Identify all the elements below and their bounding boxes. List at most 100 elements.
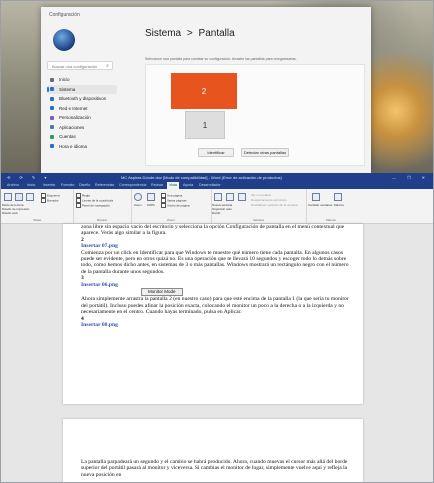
page-body[interactable]: zona libre sin espacio vacío del escrito… xyxy=(81,224,349,329)
print-layout-icon[interactable] xyxy=(15,193,23,201)
word-title-bar: ⟲ ⟳ ✎ ▾ MC Aspiras Dónde.doc [Modo de co… xyxy=(1,173,433,182)
switch-windows-icon[interactable] xyxy=(312,193,320,201)
settings-search-input[interactable]: Buscar una configuración ⌕ xyxy=(47,61,113,70)
tab-diseno[interactable]: Diseño xyxy=(77,182,92,189)
tab-desarrollador[interactable]: Desarrollador xyxy=(197,182,223,189)
button-label: Ancho de página xyxy=(167,203,190,208)
nav-label: Bluetooth y dispositivos xyxy=(59,96,107,101)
page-width-button[interactable]: Ancho de página xyxy=(161,203,190,208)
monitor-1-tile[interactable]: 1 xyxy=(185,111,225,139)
nav-label: Personalización xyxy=(59,115,91,120)
arrange-all-icon[interactable] xyxy=(226,193,234,201)
breadcrumb-parent[interactable]: Sistema xyxy=(145,28,181,39)
monitor-2-number: 2 xyxy=(201,86,207,96)
new-window-icon[interactable] xyxy=(214,193,222,201)
tab-inicio[interactable]: Inicio xyxy=(25,182,37,189)
identify-button[interactable]: Identificar xyxy=(198,148,234,157)
zoom-button[interactable]: Zoom xyxy=(134,203,142,207)
nav-label: Sistema xyxy=(59,86,76,92)
tab-revisar[interactable]: Revisar xyxy=(149,182,165,189)
ribbon-group-vistas: Modo de lectura Diseño de impresión Dise… xyxy=(1,189,74,223)
breadcrumb-current: Pantalla xyxy=(198,28,235,39)
checkbox-label: Líneas de la cuadrícula xyxy=(82,198,114,203)
document-page[interactable]: La pantalla parpadeará un segundo y el c… xyxy=(63,419,363,482)
checkbox-icon xyxy=(76,203,81,208)
monitor-2-tile[interactable]: 2 xyxy=(171,73,237,109)
screenshot-frame: Configuración Buscar una configuración ⌕… xyxy=(0,0,434,483)
checkbox-label: Regla xyxy=(82,193,90,198)
group-label: Macros xyxy=(326,218,336,222)
tab-insertar[interactable]: Insertar xyxy=(41,182,57,189)
page-width-icon xyxy=(161,203,166,208)
ribbon-group-ventana: Nueva ventana Organizar todo Dividir Ver… xyxy=(211,189,307,223)
nav-item-cuentas[interactable]: Cuentas xyxy=(47,132,117,141)
tab-vista[interactable]: Vista xyxy=(167,182,179,189)
reading-mode-icon[interactable] xyxy=(4,193,12,201)
button-label: Varias páginas xyxy=(167,198,187,203)
ribbon-group-zoom: Zoom 100% Una página Varias páginas Anch… xyxy=(131,189,212,223)
nav-pane-checkbox[interactable]: Panel de navegación xyxy=(76,203,110,208)
tab-formato[interactable]: Formato xyxy=(59,182,76,189)
group-label: Mostrar xyxy=(96,218,108,222)
nav-item-inicio[interactable]: Inicio xyxy=(47,75,117,84)
quick-access-toolbar[interactable]: ⟲ ⟳ ✎ ▾ xyxy=(7,173,50,182)
system-icon xyxy=(50,87,54,91)
breadcrumb-separator: > xyxy=(186,28,193,39)
nav-label: Red e Internet xyxy=(59,105,88,111)
side-by-side-button[interactable]: Ver en paralelo xyxy=(251,193,271,197)
split-button[interactable]: Dividir xyxy=(212,211,220,215)
bluetooth-icon xyxy=(50,96,54,101)
monitor-1-number: 1 xyxy=(202,120,208,130)
tab-referencias[interactable]: Referencias xyxy=(93,182,116,189)
nav-item-aplicaciones[interactable]: Aplicaciones xyxy=(47,123,117,132)
zoom-100-button[interactable]: 100% xyxy=(147,203,155,207)
paragraph: Ahora simplemente arrastra la pantalla 2… xyxy=(81,296,349,316)
ribbon-group-mostrar: Regla Líneas de la cuadrícula Panel de n… xyxy=(73,189,132,223)
sync-scroll-button[interactable]: Desplazamiento sincrónico xyxy=(251,198,287,202)
settings-window-title: Configuración xyxy=(49,12,80,18)
web-layout-icon[interactable] xyxy=(26,193,34,201)
tab-ayuda[interactable]: Ayuda xyxy=(181,182,195,189)
draft-checkbox[interactable]: Borrador xyxy=(41,198,59,203)
ribbon: Modo de lectura Diseño de impresión Dise… xyxy=(1,189,433,224)
nav-item-sistema[interactable]: Sistema xyxy=(47,84,117,94)
checkbox-label: Panel de navegación xyxy=(82,203,111,208)
search-icon: ⌕ xyxy=(106,63,109,69)
tab-archivo[interactable]: Archivo xyxy=(5,182,21,189)
paragraph: Comienza por un click en Identificar par… xyxy=(81,249,349,275)
nav-label: Cuentas xyxy=(59,134,76,139)
document-page[interactable]: zona libre sin espacio vacío del escrito… xyxy=(63,224,363,404)
group-label: Vistas xyxy=(32,218,42,222)
nav-item-red[interactable]: Red e Internet xyxy=(47,104,117,113)
button-label: Una página xyxy=(167,193,183,198)
switch-windows-button[interactable]: Cambiar ventanas xyxy=(308,203,332,207)
nav-item-hora[interactable]: Hora e idioma xyxy=(47,142,117,151)
clock-icon xyxy=(50,144,54,148)
group-label: Zoom xyxy=(167,218,175,222)
search-placeholder: Buscar una configuración xyxy=(52,64,98,69)
split-icon[interactable] xyxy=(238,193,246,201)
settings-nav: Inicio Sistema Bluetooth y dispositivos … xyxy=(47,75,117,151)
nav-item-bluetooth[interactable]: Bluetooth y dispositivos xyxy=(47,94,117,103)
account-icon xyxy=(50,134,54,139)
nav-label: Inicio xyxy=(59,77,70,82)
checkbox-label: Esquema xyxy=(47,193,60,198)
macros-button[interactable]: Macros xyxy=(334,203,344,207)
network-icon xyxy=(50,106,54,110)
brush-icon xyxy=(50,115,54,120)
zoom-100-icon[interactable] xyxy=(147,193,155,201)
web-layout-button[interactable]: Diseño web xyxy=(2,211,18,215)
macros-icon[interactable] xyxy=(334,193,342,201)
image-placeholder-link[interactable]: Insertar 08.png xyxy=(81,322,349,328)
zoom-icon[interactable] xyxy=(134,193,142,201)
nav-label: Hora e idioma xyxy=(59,143,88,149)
window-controls[interactable]: — ❐ ✕ xyxy=(392,173,430,182)
checkbox-icon xyxy=(41,198,46,203)
word-window-title: MC Aspiras Dónde.doc [Modo de compatibil… xyxy=(121,175,282,180)
avatar[interactable] xyxy=(53,29,75,51)
nav-item-personalizacion[interactable]: Personalización xyxy=(47,113,117,122)
nav-label: Aplicaciones xyxy=(59,124,85,130)
tab-correspondencia[interactable]: Correspondencia xyxy=(117,182,148,189)
reset-position-button[interactable]: Restablecer posición de la ventana xyxy=(251,203,298,207)
detect-displays-button[interactable]: Detectar otras pantallas xyxy=(241,148,289,157)
